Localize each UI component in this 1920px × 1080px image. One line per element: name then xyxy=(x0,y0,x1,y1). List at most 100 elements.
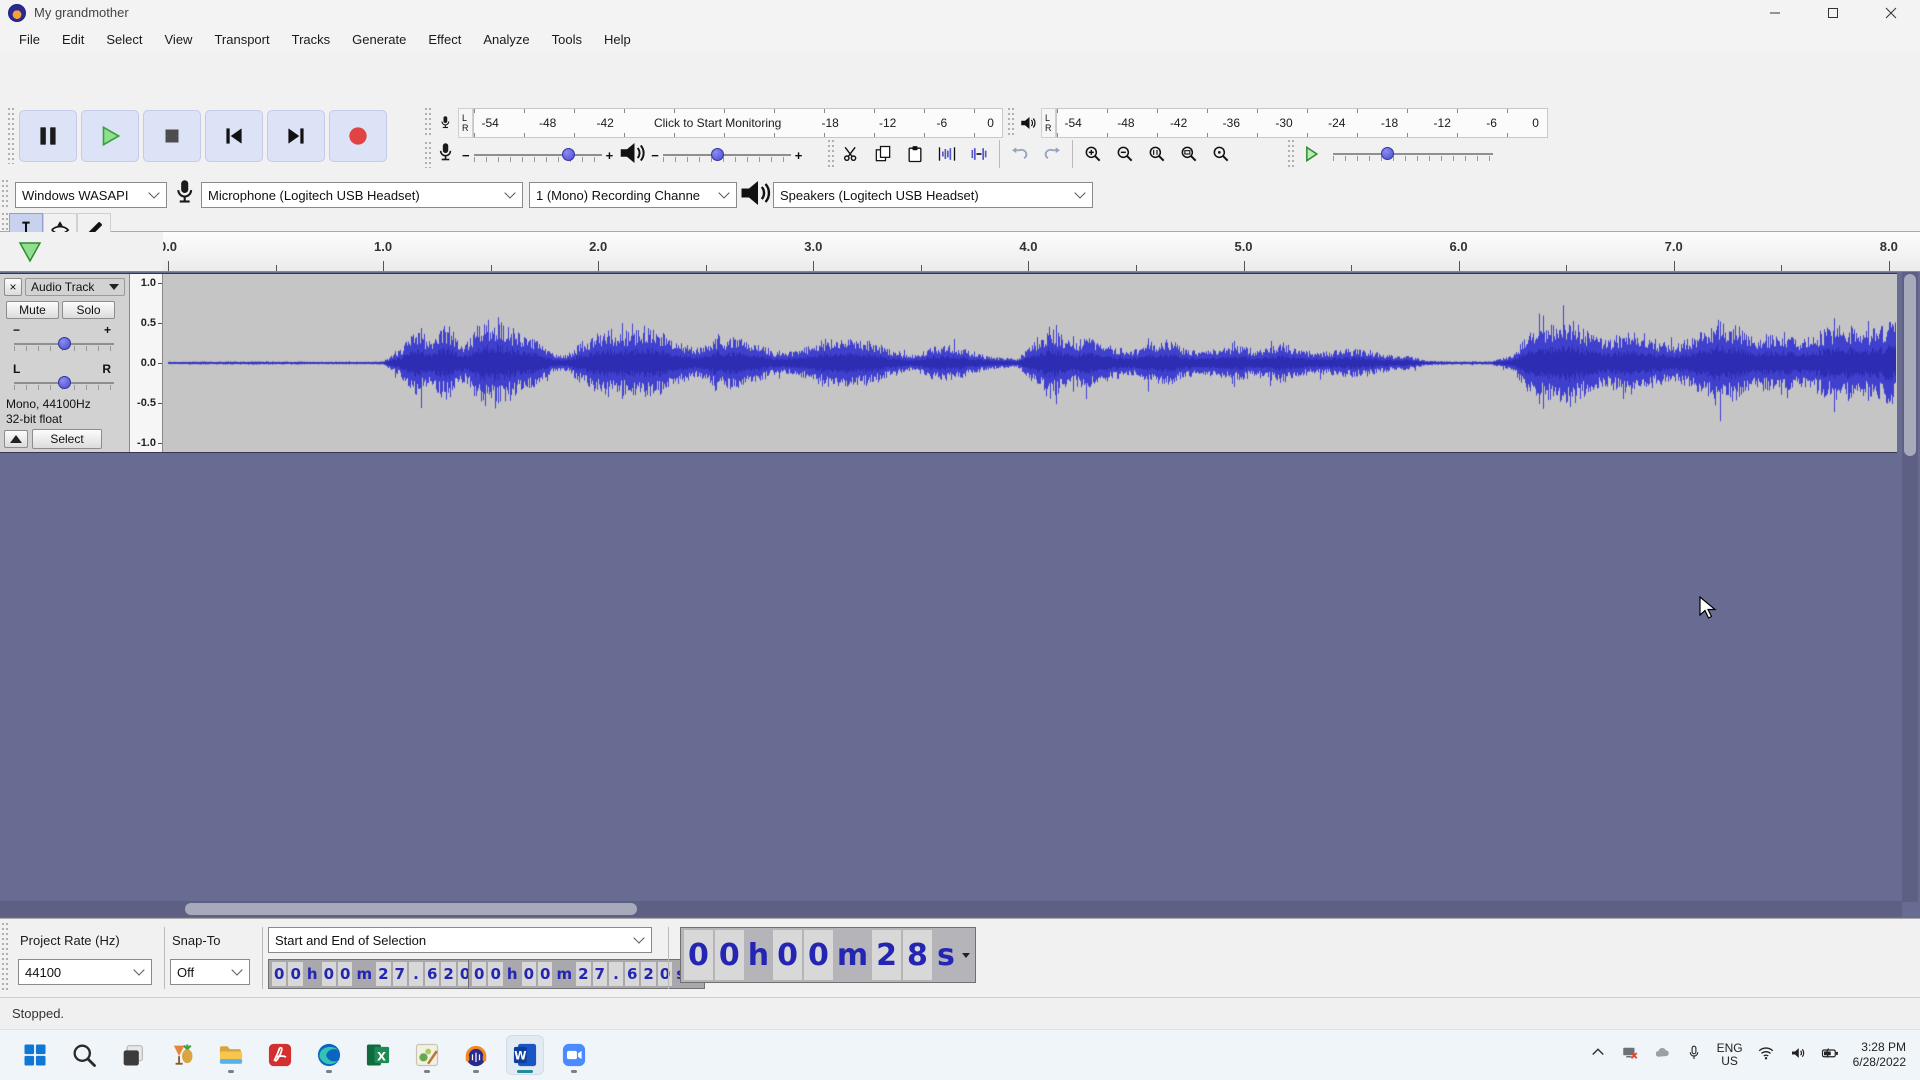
menu-help[interactable]: Help xyxy=(593,28,642,51)
menu-transport[interactable]: Transport xyxy=(203,28,280,51)
redo-button[interactable] xyxy=(1036,141,1068,167)
start-button[interactable] xyxy=(16,1035,54,1075)
mute-button[interactable]: Mute xyxy=(6,301,59,319)
battery-tray-icon[interactable] xyxy=(1821,1044,1839,1067)
time-unit[interactable]: s xyxy=(933,930,959,980)
time-digit[interactable]: 2 xyxy=(641,962,655,986)
time-digit[interactable]: 0 xyxy=(488,962,502,986)
menu-tracks[interactable]: Tracks xyxy=(281,28,342,51)
play-at-speed-button[interactable] xyxy=(1295,141,1327,167)
time-digit[interactable]: 6 xyxy=(425,962,439,986)
wifi-tray-icon[interactable] xyxy=(1757,1044,1775,1067)
microphone-tray-icon[interactable] xyxy=(1685,1044,1703,1067)
menu-select[interactable]: Select xyxy=(95,28,153,51)
time-digit[interactable]: 0 xyxy=(288,962,302,986)
game-app-button[interactable] xyxy=(163,1035,201,1075)
skip-to-end-button[interactable] xyxy=(267,110,325,162)
toolbar-grip[interactable] xyxy=(425,108,432,138)
track-collapse-button[interactable] xyxy=(4,430,28,448)
cut-button[interactable] xyxy=(835,141,867,167)
waveform-canvas[interactable] xyxy=(163,274,1896,452)
snap-to-select[interactable]: Off xyxy=(170,959,250,985)
time-digit[interactable]: 0 xyxy=(684,930,713,980)
stop-button[interactable] xyxy=(143,110,201,162)
toolbar-grip[interactable] xyxy=(1288,140,1295,168)
time-digit[interactable]: 0 xyxy=(658,962,672,986)
toolbar-grip[interactable] xyxy=(2,180,9,210)
track-pan-slider[interactable] xyxy=(14,376,114,390)
time-digit[interactable]: 7 xyxy=(593,962,607,986)
skip-to-start-button[interactable] xyxy=(205,110,263,162)
pause-button[interactable] xyxy=(19,110,77,162)
waveform-display[interactable] xyxy=(163,274,1897,452)
menu-file[interactable]: File xyxy=(8,28,51,51)
clock[interactable]: 3:28 PM6/28/2022 xyxy=(1853,1040,1906,1070)
recording-channels-select[interactable]: 1 (Mono) Recording Channe xyxy=(529,182,737,208)
time-digit[interactable]: 2 xyxy=(576,962,590,986)
paint-app-button[interactable] xyxy=(408,1035,446,1075)
time-digit[interactable]: . xyxy=(609,962,623,986)
minimize-button[interactable] xyxy=(1752,0,1798,26)
undo-button[interactable] xyxy=(1004,141,1036,167)
time-unit[interactable]: m xyxy=(834,930,871,980)
trim-audio-button[interactable] xyxy=(931,141,963,167)
toolbar-grip[interactable] xyxy=(8,108,15,164)
menu-view[interactable]: View xyxy=(154,28,204,51)
search-button[interactable] xyxy=(65,1035,103,1075)
audacity-button[interactable] xyxy=(457,1035,495,1075)
selection-mode-select[interactable]: Start and End of Selection xyxy=(268,927,652,953)
time-digit[interactable]: 7 xyxy=(393,962,407,986)
track-title-menu[interactable]: Audio Track xyxy=(25,278,125,296)
zoom-out-button[interactable] xyxy=(1109,141,1141,167)
toolbar-grip[interactable] xyxy=(425,142,432,168)
time-digit[interactable]: 0 xyxy=(338,962,352,986)
zoom-app-button[interactable] xyxy=(555,1035,593,1075)
track-select-button[interactable]: Select xyxy=(32,429,102,449)
monitoring-message[interactable]: Click to Start Monitoring xyxy=(654,116,781,130)
copy-button[interactable] xyxy=(867,141,899,167)
recording-meter[interactable]: -54-48-42Click to Start Monitoring-18-12… xyxy=(473,108,1004,138)
time-unit[interactable]: h xyxy=(504,962,521,986)
toolbar-grip[interactable] xyxy=(2,923,9,993)
word-button[interactable]: W xyxy=(506,1035,544,1075)
time-digit[interactable]: 2 xyxy=(441,962,455,986)
hidden-icons-chevron[interactable] xyxy=(1589,1044,1607,1067)
silence-audio-button[interactable] xyxy=(963,141,995,167)
time-digit[interactable]: 0 xyxy=(322,962,336,986)
solo-button[interactable]: Solo xyxy=(62,301,115,319)
horizontal-scrollbar[interactable] xyxy=(0,901,1902,917)
excel-button[interactable]: X xyxy=(359,1035,397,1075)
task-view-button[interactable] xyxy=(114,1035,152,1075)
chevron-down-icon[interactable] xyxy=(962,953,970,958)
timeline-ruler[interactable]: 0.01.02.03.04.05.06.07.08.0 xyxy=(163,232,1920,272)
zoom-in-button[interactable] xyxy=(1077,141,1109,167)
time-digit[interactable]: 0 xyxy=(804,930,833,980)
zoom-fit-button[interactable] xyxy=(1173,141,1205,167)
paste-button[interactable] xyxy=(899,141,931,167)
onedrive-tray-icon[interactable] xyxy=(1653,1044,1671,1067)
menu-generate[interactable]: Generate xyxy=(341,28,417,51)
time-unit[interactable]: h xyxy=(304,962,321,986)
time-digit[interactable]: 2 xyxy=(376,962,390,986)
track-gain-slider[interactable] xyxy=(14,337,114,351)
play-head-triangle-icon[interactable] xyxy=(18,241,42,263)
playback-device-select[interactable]: Speakers (Logitech USB Headset) xyxy=(773,182,1093,208)
menu-analyze[interactable]: Analyze xyxy=(472,28,540,51)
edge-button[interactable] xyxy=(310,1035,348,1075)
recording-meter-toolbar[interactable]: LR -54-48-42Click to Start Monitoring-18… xyxy=(425,108,1003,138)
horizontal-scrollbar-thumb[interactable] xyxy=(185,903,637,915)
time-digit[interactable]: 0 xyxy=(715,930,744,980)
close-button[interactable] xyxy=(1868,0,1914,26)
time-digit[interactable]: 8 xyxy=(903,930,932,980)
time-digit[interactable]: 0 xyxy=(538,962,552,986)
time-digit[interactable]: 2 xyxy=(872,930,901,980)
language-indicator[interactable]: ENGUS xyxy=(1717,1042,1743,1068)
file-explorer-button[interactable] xyxy=(212,1035,250,1075)
track-close-button[interactable]: × xyxy=(4,278,22,296)
menu-effect[interactable]: Effect xyxy=(417,28,472,51)
vertical-scrollbar[interactable] xyxy=(1902,272,1918,902)
time-unit[interactable]: h xyxy=(745,930,772,980)
play-button[interactable] xyxy=(81,110,139,162)
time-digit[interactable]: 0 xyxy=(272,962,286,986)
menu-edit[interactable]: Edit xyxy=(51,28,95,51)
